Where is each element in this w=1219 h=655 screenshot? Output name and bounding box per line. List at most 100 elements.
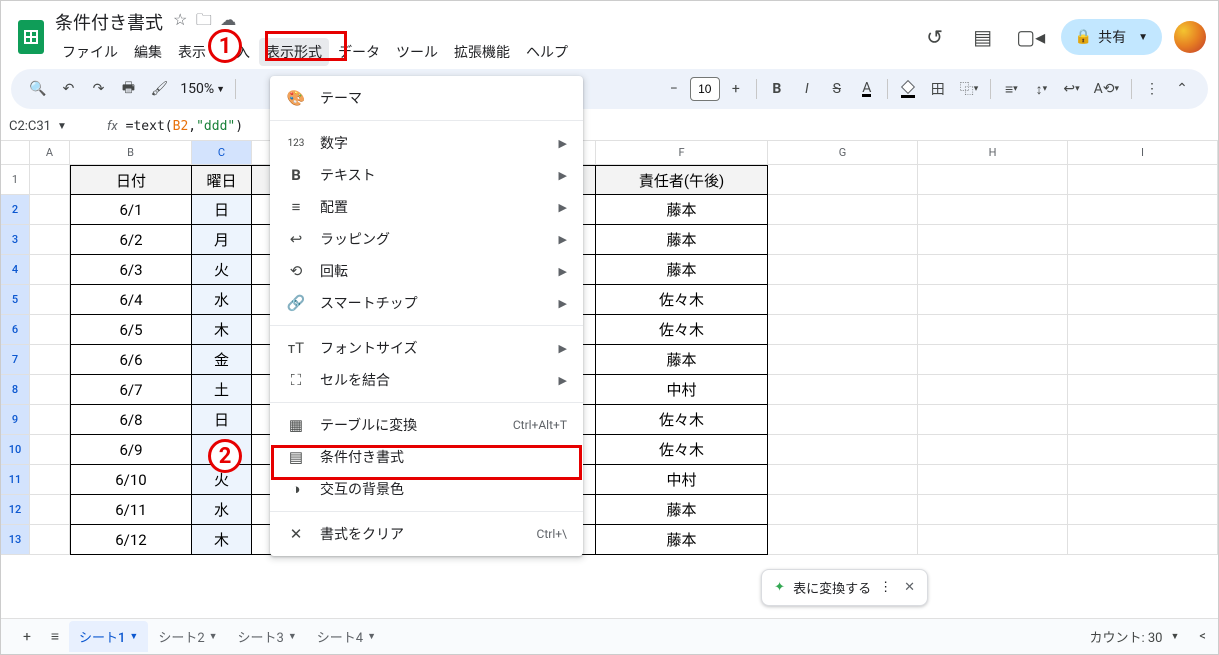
- col-header-B[interactable]: B: [70, 141, 192, 164]
- cell[interactable]: [918, 465, 1068, 495]
- row-header[interactable]: 3: [1, 225, 30, 255]
- cell[interactable]: [768, 345, 918, 375]
- undo-icon[interactable]: ↶: [54, 75, 82, 103]
- cell[interactable]: [918, 225, 1068, 255]
- cell[interactable]: [768, 495, 918, 525]
- cell[interactable]: [30, 405, 70, 435]
- all-sheets-icon[interactable]: ≡: [41, 622, 69, 651]
- cell[interactable]: 水: [192, 495, 252, 525]
- cell[interactable]: 6/7: [70, 375, 192, 405]
- menu-item-テーマ[interactable]: 🎨テーマ: [270, 82, 583, 114]
- bold-icon[interactable]: B: [763, 75, 791, 103]
- menu-item-回転[interactable]: ⟲回転▶: [270, 255, 583, 287]
- menu-item-条件付き書式[interactable]: ▤条件付き書式: [270, 441, 583, 473]
- cell[interactable]: [1068, 345, 1218, 375]
- col-header-G[interactable]: G: [768, 141, 918, 164]
- col-header-F[interactable]: F: [596, 141, 768, 164]
- star-icon[interactable]: ☆: [173, 10, 187, 29]
- cell[interactable]: [768, 315, 918, 345]
- cell[interactable]: 佐々木: [596, 435, 768, 465]
- cell[interactable]: [918, 435, 1068, 465]
- cell[interactable]: 佐々木: [596, 405, 768, 435]
- cell[interactable]: 6/1: [70, 195, 192, 225]
- avatar[interactable]: [1174, 21, 1206, 53]
- row-header[interactable]: 5: [1, 285, 30, 315]
- cell[interactable]: [1068, 165, 1218, 195]
- cell[interactable]: [1068, 435, 1218, 465]
- row-header[interactable]: 9: [1, 405, 30, 435]
- cell[interactable]: 日: [192, 195, 252, 225]
- cell[interactable]: 水: [192, 285, 252, 315]
- cell[interactable]: [1068, 285, 1218, 315]
- cell[interactable]: 火: [192, 255, 252, 285]
- cell[interactable]: 金: [192, 345, 252, 375]
- cell[interactable]: 藤本: [596, 255, 768, 285]
- zoom-dropdown[interactable]: 150% ▼: [176, 81, 229, 97]
- more-icon[interactable]: ⋮: [1138, 75, 1166, 103]
- name-box[interactable]: C2:C31 ▼: [9, 119, 99, 134]
- cell[interactable]: 6/3: [70, 255, 192, 285]
- cell[interactable]: [1068, 315, 1218, 345]
- sheet-tab[interactable]: シート3▼: [228, 621, 307, 652]
- cell[interactable]: [30, 525, 70, 555]
- cell[interactable]: 土: [192, 375, 252, 405]
- cell[interactable]: [1068, 465, 1218, 495]
- cell[interactable]: [918, 525, 1068, 555]
- cell[interactable]: [1068, 405, 1218, 435]
- meet-icon[interactable]: ▢◂: [1013, 19, 1049, 55]
- menu-表示[interactable]: 表示: [171, 38, 213, 66]
- cell[interactable]: 藤本: [596, 345, 768, 375]
- cell[interactable]: [768, 465, 918, 495]
- cell[interactable]: [1068, 375, 1218, 405]
- menu-item-テーブルに変換[interactable]: ▦テーブルに変換Ctrl+Alt+T: [270, 409, 583, 441]
- cell[interactable]: [30, 375, 70, 405]
- cell[interactable]: [768, 435, 918, 465]
- cell[interactable]: 6/5: [70, 315, 192, 345]
- search-icon[interactable]: 🔍: [23, 75, 52, 103]
- row-header[interactable]: 7: [1, 345, 30, 375]
- cell[interactable]: [30, 315, 70, 345]
- cell[interactable]: 6/2: [70, 225, 192, 255]
- cell[interactable]: [918, 285, 1068, 315]
- row-header[interactable]: 12: [1, 495, 30, 525]
- menu-item-交互の背景色[interactable]: ◑交互の背景色: [270, 473, 583, 505]
- row-header[interactable]: 10: [1, 435, 30, 465]
- cell[interactable]: [768, 525, 918, 555]
- cell[interactable]: 藤本: [596, 195, 768, 225]
- cell[interactable]: 木: [192, 525, 252, 555]
- cell[interactable]: [768, 375, 918, 405]
- cell[interactable]: [1068, 525, 1218, 555]
- decrease-font-icon[interactable]: −: [660, 75, 688, 103]
- menu-item-テキスト[interactable]: Bテキスト▶: [270, 159, 583, 191]
- menu-表示形式[interactable]: 表示形式: [259, 38, 329, 66]
- strikethrough-icon[interactable]: S: [823, 75, 851, 103]
- cell[interactable]: [768, 285, 918, 315]
- menu-データ[interactable]: データ: [331, 38, 387, 66]
- cell[interactable]: [30, 465, 70, 495]
- select-all-corner[interactable]: [1, 141, 30, 164]
- comments-icon[interactable]: ▤: [965, 19, 1001, 55]
- row-header[interactable]: 13: [1, 525, 30, 555]
- cell[interactable]: 曜日: [192, 165, 252, 195]
- cell[interactable]: 佐々木: [596, 315, 768, 345]
- close-icon[interactable]: ✕: [904, 580, 915, 595]
- rotate-icon[interactable]: A⟲ ▾: [1088, 75, 1125, 103]
- cell[interactable]: [30, 285, 70, 315]
- formula-bar[interactable]: =text(B2,"ddd"): [126, 119, 243, 134]
- col-header-I[interactable]: I: [1068, 141, 1218, 164]
- cell[interactable]: [768, 255, 918, 285]
- cell[interactable]: 中村: [596, 375, 768, 405]
- col-header-H[interactable]: H: [918, 141, 1068, 164]
- cell[interactable]: 6/8: [70, 405, 192, 435]
- cell[interactable]: 月: [192, 225, 252, 255]
- cell[interactable]: 6/10: [70, 465, 192, 495]
- cell[interactable]: 佐々木: [596, 285, 768, 315]
- borders-icon[interactable]: 田: [924, 73, 952, 105]
- italic-icon[interactable]: I: [793, 75, 821, 103]
- cells[interactable]: 日付曜日責任者(午後)6/1日藤本6/2月藤本6/3火藤本6/4水佐々木6/5木…: [30, 165, 1218, 581]
- cell[interactable]: [918, 495, 1068, 525]
- cell[interactable]: [918, 255, 1068, 285]
- count-label[interactable]: カウント: 30: [1089, 627, 1162, 646]
- cell[interactable]: 火: [192, 465, 252, 495]
- menu-item-書式をクリア[interactable]: ✕書式をクリアCtrl+\: [270, 518, 583, 550]
